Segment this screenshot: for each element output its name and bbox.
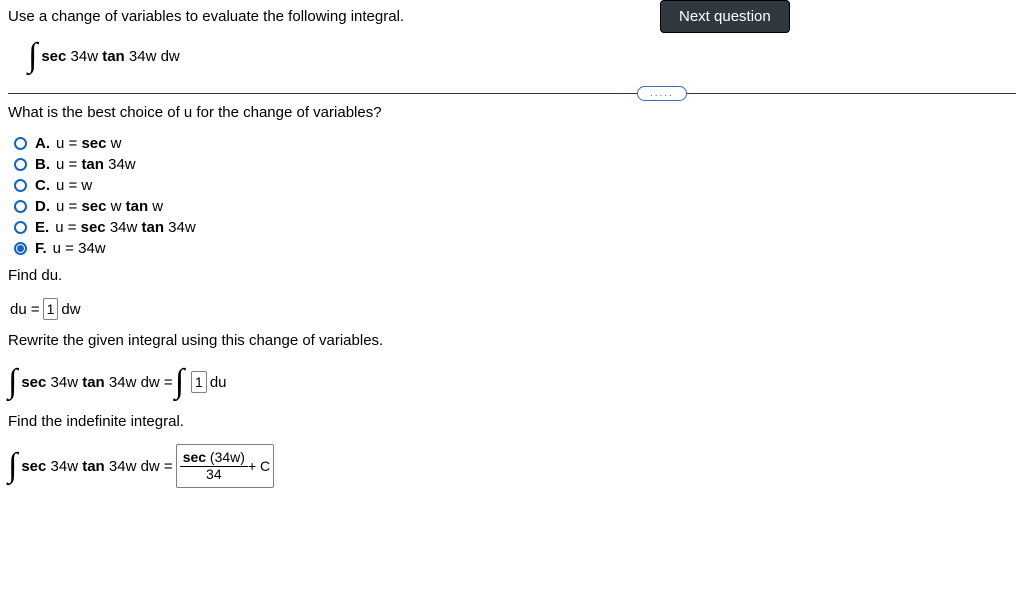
choice-letter: E. bbox=[35, 219, 49, 236]
integral-expression: ∫ sec 34w tan 34w dw bbox=[28, 37, 1016, 75]
choice-letter: D. bbox=[35, 198, 50, 215]
choice-C[interactable]: C. u = w bbox=[14, 177, 1016, 194]
choice-letter: C. bbox=[35, 177, 50, 194]
prompt-text: Use a change of variables to evaluate th… bbox=[8, 8, 1016, 25]
choice-E[interactable]: E. u = sec 34w tan 34w bbox=[14, 219, 1016, 236]
du-equation: du = 1 dw bbox=[10, 298, 1016, 320]
du-input-box[interactable]: 1 bbox=[43, 298, 59, 320]
radio-button[interactable] bbox=[14, 137, 27, 150]
choice-A[interactable]: A. u = sec w bbox=[14, 135, 1016, 152]
final-equation: ∫ sec 34w tan 34w dw = sec (34w) 34 + C bbox=[8, 444, 1016, 488]
more-dots-pill[interactable]: ..... bbox=[637, 86, 687, 101]
divider bbox=[8, 93, 1016, 94]
question-u-choice: What is the best choice of u for the cha… bbox=[8, 104, 1016, 121]
choice-B[interactable]: B. u = tan 34w bbox=[14, 156, 1016, 173]
next-question-button[interactable]: Next question bbox=[660, 0, 790, 33]
integral-sign-icon: ∫ bbox=[8, 447, 17, 485]
choice-letter: A. bbox=[35, 135, 50, 152]
integral-sign-icon: ∫ bbox=[8, 363, 17, 401]
choice-text: u = sec w bbox=[56, 135, 121, 152]
integral-sign-icon: ∫ bbox=[28, 37, 37, 75]
rewrite-equation: ∫ sec 34w tan 34w dw = ∫ 1 du bbox=[8, 363, 1016, 401]
choice-text: u = sec w tan w bbox=[56, 198, 163, 215]
final-answer-box[interactable]: sec (34w) 34 + C bbox=[176, 444, 274, 488]
choice-D[interactable]: D. u = sec w tan w bbox=[14, 198, 1016, 215]
find-du-label: Find du. bbox=[8, 267, 1016, 284]
choice-text: u = sec 34w tan 34w bbox=[55, 219, 196, 236]
radio-button[interactable] bbox=[14, 179, 27, 192]
choice-text: u = w bbox=[56, 177, 92, 194]
choice-text: u = 34w bbox=[53, 240, 106, 257]
choice-letter: F. bbox=[35, 240, 47, 257]
choice-F[interactable]: F. u = 34w bbox=[14, 240, 1016, 257]
find-integral-label: Find the indefinite integral. bbox=[8, 413, 1016, 430]
radio-button[interactable] bbox=[14, 200, 27, 213]
rewrite-label: Rewrite the given integral using this ch… bbox=[8, 332, 1016, 349]
radio-button[interactable] bbox=[14, 221, 27, 234]
integral-sign-icon: ∫ bbox=[175, 363, 184, 401]
rewrite-input-box[interactable]: 1 bbox=[191, 371, 207, 393]
radio-button[interactable] bbox=[14, 158, 27, 171]
radio-button[interactable] bbox=[14, 242, 27, 255]
choice-text: u = tan 34w bbox=[56, 156, 136, 173]
choice-letter: B. bbox=[35, 156, 50, 173]
